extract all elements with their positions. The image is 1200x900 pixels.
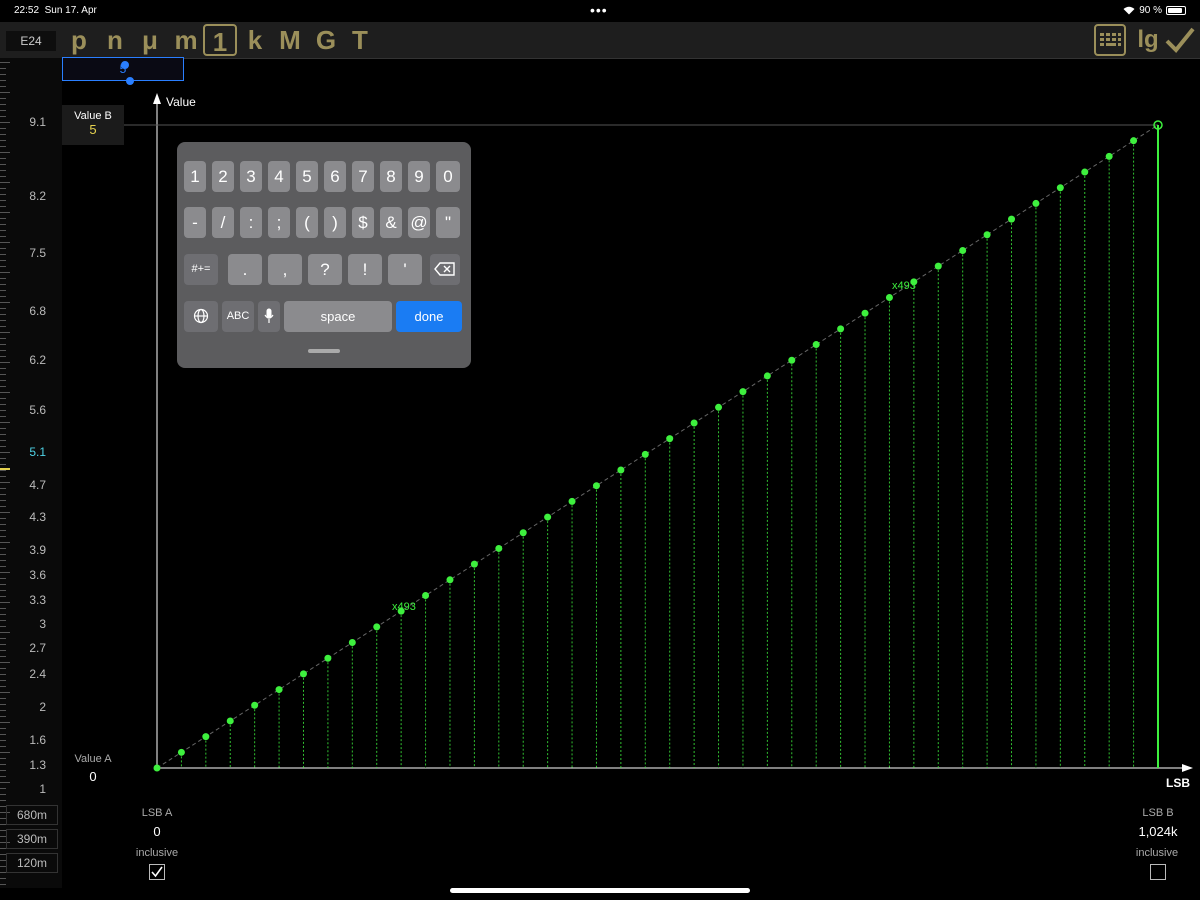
data-point <box>299 670 307 678</box>
key-colon[interactable]: : <box>240 207 262 238</box>
data-point <box>1008 215 1016 223</box>
data-point <box>373 623 381 631</box>
key-backspace[interactable] <box>430 254 460 285</box>
data-point <box>617 466 625 474</box>
key-apostrophe[interactable]: ' <box>388 254 422 285</box>
data-point <box>324 654 332 662</box>
inclusive-a-checkbox[interactable] <box>149 864 165 880</box>
key-2[interactable]: 2 <box>212 161 234 192</box>
key-0[interactable]: 0 <box>436 161 460 192</box>
data-point <box>690 419 698 427</box>
key-open-paren[interactable]: ( <box>296 207 318 238</box>
annotation-upper: x493 <box>892 280 916 292</box>
data-point <box>885 294 893 302</box>
data-point <box>1032 199 1040 207</box>
data-point <box>788 356 796 364</box>
data-point <box>1056 184 1064 192</box>
inclusive-b-label: inclusive <box>1135 847 1179 859</box>
microphone-icon <box>264 308 274 323</box>
globe-icon <box>193 308 209 324</box>
backspace-icon <box>434 262 455 276</box>
key-quote[interactable]: " <box>436 207 460 238</box>
data-point <box>861 309 869 317</box>
data-point <box>422 591 430 599</box>
data-point <box>739 388 747 396</box>
key-9[interactable]: 9 <box>408 161 430 192</box>
x-axis-label: LSB <box>1166 776 1190 790</box>
key-globe[interactable] <box>184 301 218 332</box>
key-question[interactable]: ? <box>308 254 342 285</box>
key-6[interactable]: 6 <box>324 161 346 192</box>
inclusive-a-label: inclusive <box>135 847 179 859</box>
data-point <box>837 325 845 333</box>
x-axis-arrow <box>1182 764 1193 772</box>
key-at[interactable]: @ <box>408 207 430 238</box>
y-axis-label: Value <box>166 95 196 109</box>
key-semicolon[interactable]: ; <box>268 207 290 238</box>
key-minus[interactable]: - <box>184 207 206 238</box>
key-4[interactable]: 4 <box>268 161 290 192</box>
data-point <box>592 482 600 490</box>
key-8[interactable]: 8 <box>380 161 402 192</box>
data-point <box>983 231 991 239</box>
key-slash[interactable]: / <box>212 207 234 238</box>
data-point <box>251 701 259 709</box>
data-point <box>226 717 234 725</box>
data-point <box>934 262 942 270</box>
key-3[interactable]: 3 <box>240 161 262 192</box>
data-point <box>666 435 674 443</box>
data-point <box>495 544 503 552</box>
key-exclamation[interactable]: ! <box>348 254 382 285</box>
chart <box>124 93 1193 772</box>
y-axis-arrow <box>153 93 161 104</box>
lsb-b-label: LSB B <box>1142 807 1174 819</box>
key-microphone[interactable] <box>258 301 280 332</box>
inclusive-b-checkbox[interactable] <box>1150 864 1166 880</box>
keyboard-drag-handle[interactable] <box>308 349 340 353</box>
key-7[interactable]: 7 <box>352 161 374 192</box>
data-point <box>348 639 356 647</box>
data-point <box>1130 137 1138 145</box>
key-symbols[interactable]: #+= <box>184 254 218 285</box>
data-point <box>275 686 283 694</box>
data-point <box>641 450 649 458</box>
data-point <box>812 341 820 349</box>
key-close-paren[interactable]: ) <box>324 207 346 238</box>
key-period[interactable]: . <box>228 254 262 285</box>
data-point <box>519 529 527 537</box>
data-point <box>544 513 552 521</box>
lsb-a-value[interactable]: 0 <box>132 824 182 839</box>
home-indicator[interactable] <box>450 888 750 893</box>
key-comma[interactable]: , <box>268 254 302 285</box>
data-point <box>470 560 478 568</box>
data-point <box>1105 152 1113 160</box>
key-abc[interactable]: ABC <box>222 301 254 332</box>
data-point <box>177 748 185 756</box>
checkmark-icon <box>151 866 163 878</box>
lsb-b-value[interactable]: 1,024k <box>1126 824 1190 839</box>
value-a-label: Value A <box>74 753 112 765</box>
key-5[interactable]: 5 <box>296 161 318 192</box>
data-point <box>1081 168 1089 176</box>
data-point <box>715 403 723 411</box>
lsb-a-label: LSB A <box>141 807 173 819</box>
data-point <box>959 246 967 254</box>
data-point <box>153 764 161 772</box>
annotation-lower: x493 <box>392 601 416 613</box>
data-point <box>446 576 454 584</box>
data-point <box>568 497 576 505</box>
data-point <box>763 372 771 380</box>
key-ampersand[interactable]: & <box>380 207 402 238</box>
key-1[interactable]: 1 <box>184 161 206 192</box>
key-done[interactable]: done <box>396 301 462 332</box>
key-dollar[interactable]: $ <box>352 207 374 238</box>
numeric-keyboard: 1 2 3 4 5 6 7 8 9 0 - / : ; ( ) $ & @ " … <box>177 142 471 368</box>
data-point <box>202 733 210 741</box>
value-a-value[interactable]: 0 <box>68 769 118 784</box>
key-space[interactable]: space <box>284 301 392 332</box>
